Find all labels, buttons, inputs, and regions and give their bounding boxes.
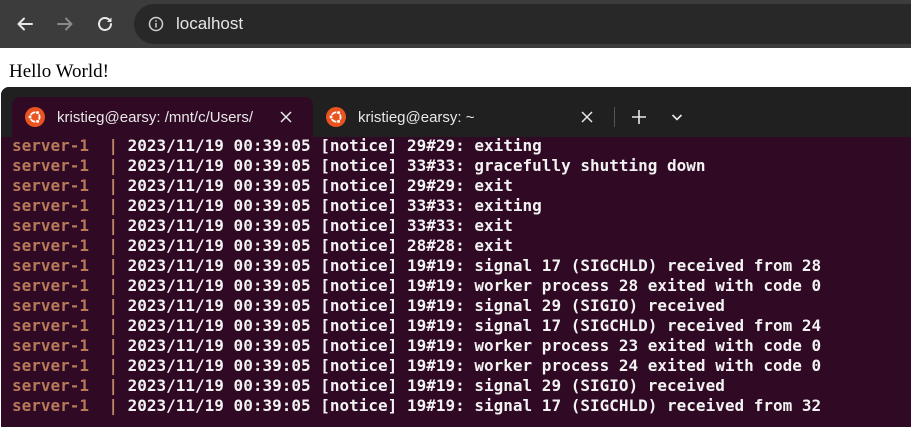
log-message: 2023/11/19 00:39:05 [notice] 33#33: exit — [127, 216, 513, 235]
log-line: server-1 | 2023/11/19 00:39:05 [notice] … — [12, 376, 725, 396]
log-line: server-1 | 2023/11/19 00:39:05 [notice] … — [12, 356, 821, 376]
log-separator: | — [89, 256, 128, 275]
forward-button[interactable] — [54, 13, 76, 35]
log-line: server-1 | 2023/11/19 00:39:05 [notice] … — [12, 196, 542, 216]
log-message: 2023/11/19 00:39:05 [notice] 19#19: work… — [127, 356, 822, 375]
log-separator: | — [89, 296, 128, 315]
log-service-name: server-1 — [12, 176, 90, 195]
reload-icon — [98, 17, 112, 31]
log-service-name: server-1 — [12, 356, 90, 375]
log-message: 2023/11/19 00:39:05 [notice] 33#33: exit… — [127, 196, 542, 215]
terminal-output[interactable]: server-1 | 2023/11/19 00:39:05 [notice] … — [1, 136, 911, 427]
tab-dropdown-button[interactable] — [667, 107, 687, 127]
log-message: 2023/11/19 00:39:05 [notice] 33#33: grac… — [127, 156, 706, 175]
tab-label: kristieg@earsy: ~ — [358, 108, 475, 126]
tab-divider — [614, 107, 615, 127]
log-line: server-1 | 2023/11/19 00:39:05 [notice] … — [12, 236, 513, 256]
log-separator: | — [89, 236, 128, 255]
log-service-name: server-1 — [12, 336, 90, 355]
log-separator: | — [89, 336, 128, 355]
terminal-tab-bar: kristieg@earsy: /mnt/c/Users/ kristieg@e… — [1, 87, 911, 137]
log-line: server-1 | 2023/11/19 00:39:05 [notice] … — [12, 296, 725, 316]
log-service-name: server-1 — [12, 276, 90, 295]
log-line: server-1 | 2023/11/19 00:39:05 [notice] … — [12, 216, 513, 236]
tab-terminal-1[interactable]: kristieg@earsy: /mnt/c/Users/ — [12, 97, 313, 137]
log-separator: | — [89, 356, 128, 375]
log-separator: | — [89, 276, 128, 295]
chevron-down-icon — [671, 114, 683, 121]
page-content-text: Hello World! — [9, 61, 109, 82]
back-button[interactable] — [14, 13, 36, 35]
log-separator: | — [89, 316, 128, 335]
log-separator: | — [89, 196, 128, 215]
reload-button[interactable] — [94, 13, 116, 35]
log-service-name: server-1 — [12, 136, 90, 155]
log-message: 2023/11/19 00:39:05 [notice] 19#19: sign… — [127, 376, 725, 395]
log-line: server-1 | 2023/11/19 00:39:05 [notice] … — [12, 136, 542, 156]
log-line: server-1 | 2023/11/19 00:39:05 [notice] … — [12, 156, 706, 176]
browser-toolbar: localhost — [0, 0, 911, 48]
info-icon[interactable] — [148, 16, 164, 32]
close-icon[interactable] — [580, 110, 594, 124]
new-tab-button[interactable] — [629, 107, 649, 127]
log-line: server-1 | 2023/11/19 00:39:05 [notice] … — [12, 336, 821, 356]
log-message: 2023/11/19 00:39:05 [notice] 19#19: sign… — [127, 296, 725, 315]
log-line: server-1 | 2023/11/19 00:39:05 [notice] … — [12, 396, 821, 416]
log-message: 2023/11/19 00:39:05 [notice] 19#19: work… — [127, 336, 822, 355]
log-service-name: server-1 — [12, 236, 90, 255]
log-service-name: server-1 — [12, 376, 90, 395]
plus-icon — [632, 110, 646, 124]
log-service-name: server-1 — [12, 296, 90, 315]
log-service-name: server-1 — [12, 316, 90, 335]
log-service-name: server-1 — [12, 396, 90, 415]
log-separator: | — [89, 176, 128, 195]
forward-arrow-icon — [57, 17, 73, 31]
log-service-name: server-1 — [12, 196, 90, 215]
log-service-name: server-1 — [12, 256, 90, 275]
log-message: 2023/11/19 00:39:05 [notice] 19#19: sign… — [127, 256, 822, 275]
log-separator: | — [89, 216, 128, 235]
close-icon[interactable] — [279, 110, 293, 124]
log-line: server-1 | 2023/11/19 00:39:05 [notice] … — [12, 276, 821, 296]
log-separator: | — [89, 396, 128, 415]
back-arrow-icon — [17, 17, 33, 31]
log-separator: | — [89, 156, 128, 175]
log-line: server-1 | 2023/11/19 00:39:05 [notice] … — [12, 316, 821, 336]
log-service-name: server-1 — [12, 216, 90, 235]
url-text[interactable]: localhost — [176, 14, 243, 34]
log-line: server-1 | 2023/11/19 00:39:05 [notice] … — [12, 256, 821, 276]
log-message: 2023/11/19 00:39:05 [notice] 28#28: exit — [127, 236, 513, 255]
log-message: 2023/11/19 00:39:05 [notice] 19#19: sign… — [127, 396, 822, 415]
log-message: 2023/11/19 00:39:05 [notice] 19#19: work… — [127, 276, 822, 295]
log-separator: | — [89, 376, 128, 395]
tab-label: kristieg@earsy: /mnt/c/Users/ — [57, 108, 254, 126]
log-message: 2023/11/19 00:39:05 [notice] 29#29: exit… — [127, 136, 542, 155]
log-message: 2023/11/19 00:39:05 [notice] 29#29: exit — [127, 176, 513, 195]
address-bar[interactable]: localhost — [134, 4, 911, 44]
terminal-window: kristieg@earsy: /mnt/c/Users/ kristieg@e… — [1, 87, 911, 427]
log-message: 2023/11/19 00:39:05 [notice] 19#19: sign… — [127, 316, 822, 335]
ubuntu-icon — [25, 107, 45, 127]
log-line: server-1 | 2023/11/19 00:39:05 [notice] … — [12, 176, 513, 196]
ubuntu-icon — [326, 107, 346, 127]
tab-terminal-2[interactable]: kristieg@earsy: ~ — [313, 97, 613, 137]
log-separator: | — [89, 136, 128, 155]
log-service-name: server-1 — [12, 156, 90, 175]
